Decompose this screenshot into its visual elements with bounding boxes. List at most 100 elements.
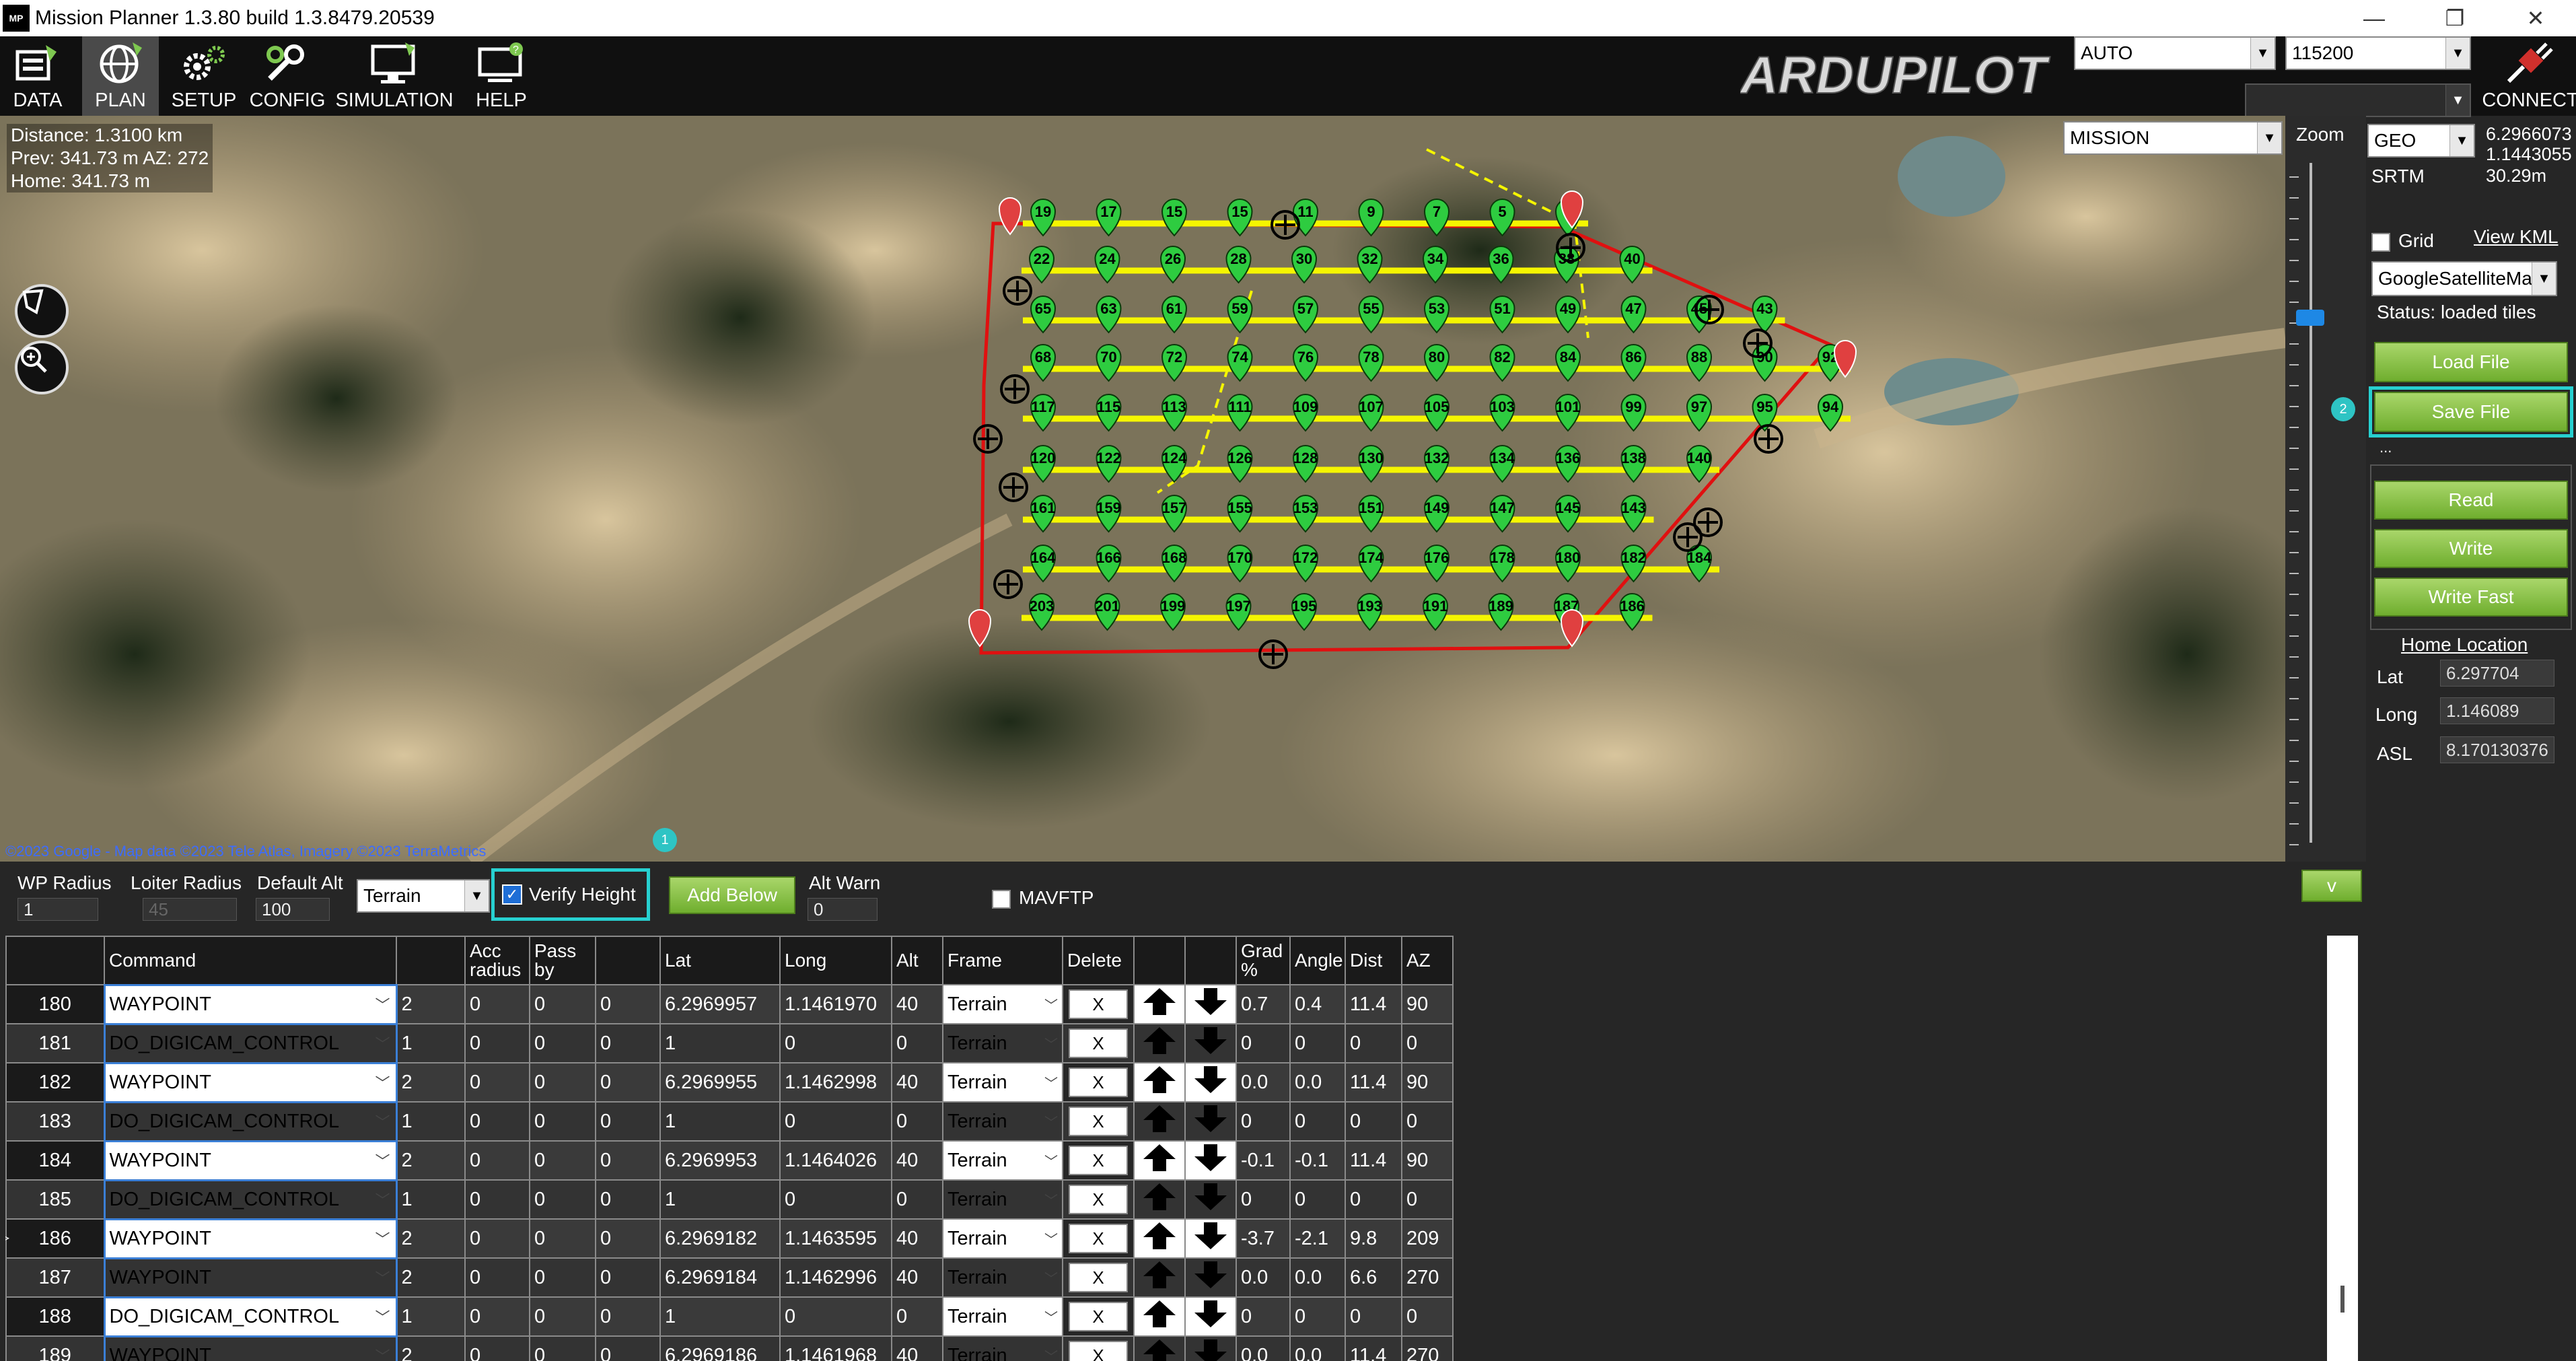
delete-button[interactable]: X <box>1069 1185 1128 1214</box>
param-cell-p3[interactable]: 0 <box>529 1218 596 1259</box>
param-cell-p3[interactable]: 0 <box>529 1023 596 1063</box>
param-cell-alt[interactable]: 0 <box>891 1023 943 1063</box>
param-cell-lat[interactable]: 6.2969957 <box>659 984 781 1024</box>
param-cell-lat[interactable]: 1 <box>659 1023 781 1063</box>
grid-checkbox[interactable] <box>2371 233 2390 252</box>
frame-select[interactable]: Terrain ﹀ <box>942 984 1063 1024</box>
param-cell-p1[interactable]: 2 <box>396 1257 466 1298</box>
table-row[interactable]: 183 DO_DIGICAM_CONTROL ﹀ 1 0 0 0 1 0 0 Terrain ﹀ X 0 0… <box>5 1101 1454 1142</box>
row-header[interactable]: ▷ 186 <box>5 1218 105 1259</box>
param-cell-alt[interactable]: 40 <box>891 984 943 1024</box>
wp-radius-field[interactable]: 1 <box>17 898 98 921</box>
data-button[interactable]: DATA <box>0 36 75 116</box>
param-cell-lng[interactable]: 1.1461970 <box>779 984 892 1024</box>
move-down-button[interactable] <box>1184 1296 1237 1337</box>
frame-select[interactable]: Terrain ﹀ <box>942 1140 1063 1181</box>
mavftp-checkbox[interactable] <box>992 890 1011 909</box>
move-down-button[interactable] <box>1184 1179 1237 1220</box>
param-cell-p4[interactable]: 0 <box>595 1218 661 1259</box>
row-header[interactable]: 189 <box>5 1335 105 1361</box>
param-cell-p2[interactable]: 0 <box>464 1179 530 1220</box>
read-button[interactable]: Read <box>2374 481 2568 520</box>
param-cell-alt[interactable]: 40 <box>891 1335 943 1361</box>
delete-button[interactable]: X <box>1069 1068 1128 1097</box>
move-up-button[interactable] <box>1133 1218 1186 1259</box>
command-select[interactable]: DO_DIGICAM_CONTROL ﹀ <box>103 1101 398 1142</box>
param-cell-p4[interactable]: 0 <box>595 1023 661 1063</box>
view-kml-link[interactable]: View KML <box>2474 226 2559 248</box>
param-cell-p2[interactable]: 0 <box>464 1062 530 1103</box>
delete-button[interactable]: X <box>1069 1146 1128 1175</box>
param-cell-p1[interactable]: 2 <box>396 984 466 1024</box>
satellite-map-canvas[interactable]: 1917151511975322242628303234363840656361… <box>0 116 2285 862</box>
move-up-button[interactable] <box>1133 1257 1186 1298</box>
table-row[interactable]: 185 DO_DIGICAM_CONTROL ﹀ 1 0 0 0 1 0 0 Terrain ﹀ X 0 0… <box>5 1179 1454 1220</box>
table-row[interactable]: 188 DO_DIGICAM_CONTROL ﹀ 1 0 0 0 1 0 0 Terrain ﹀ X 0 0… <box>5 1296 1454 1337</box>
delete-button[interactable]: X <box>1069 1341 1128 1361</box>
move-down-button[interactable] <box>1184 1335 1237 1361</box>
param-cell-p2[interactable]: 0 <box>464 984 530 1024</box>
frame-select[interactable]: Terrain ﹀ <box>942 1335 1063 1361</box>
param-cell-p4[interactable]: 0 <box>595 1335 661 1361</box>
connect-button[interactable]: CONNECT <box>2482 36 2576 116</box>
move-down-button[interactable] <box>1184 1218 1237 1259</box>
zoom-slider-handle[interactable] <box>2296 310 2324 326</box>
param-cell-p3[interactable]: 0 <box>529 1335 596 1361</box>
param-cell-p2[interactable]: 0 <box>464 1257 530 1298</box>
param-cell-p3[interactable]: 0 <box>529 984 596 1024</box>
param-cell-p2[interactable]: 0 <box>464 1296 530 1337</box>
param-cell-lng[interactable]: 0 <box>779 1023 892 1063</box>
param-cell-p3[interactable]: 0 <box>529 1179 596 1220</box>
move-down-button[interactable] <box>1184 1023 1237 1063</box>
frame-select[interactable]: Terrain ﹀ <box>942 1062 1063 1103</box>
param-cell-p4[interactable]: 0 <box>595 1296 661 1337</box>
move-down-button[interactable] <box>1184 1257 1237 1298</box>
param-cell-p1[interactable]: 2 <box>396 1062 466 1103</box>
param-cell-lng[interactable]: 0 <box>779 1179 892 1220</box>
param-cell-p1[interactable]: 1 <box>396 1179 466 1220</box>
param-cell-alt[interactable]: 40 <box>891 1140 943 1181</box>
param-cell-p4[interactable]: 0 <box>595 1101 661 1142</box>
param-cell-alt[interactable]: 40 <box>891 1218 943 1259</box>
param-cell-p3[interactable]: 0 <box>529 1101 596 1142</box>
param-cell-alt[interactable]: 40 <box>891 1257 943 1298</box>
param-cell-alt[interactable]: 0 <box>891 1179 943 1220</box>
param-cell-p2[interactable]: 0 <box>464 1218 530 1259</box>
param-cell-p2[interactable]: 0 <box>464 1335 530 1361</box>
move-up-button[interactable] <box>1133 1023 1186 1063</box>
delete-button[interactable]: X <box>1069 1028 1128 1058</box>
row-header[interactable]: 188 <box>5 1296 105 1337</box>
param-cell-lng[interactable]: 1.1462998 <box>779 1062 892 1103</box>
home-location-link[interactable]: Home Location <box>2401 634 2528 656</box>
table-row[interactable]: 189 WAYPOINT ﹀ 2 0 0 0 6.2969186 1.1461968 40 Terr… <box>5 1335 1454 1361</box>
verify-height-checkbox[interactable]: ✓ Verify Height <box>491 868 650 921</box>
row-header[interactable]: 180 <box>5 984 105 1024</box>
delete-button[interactable]: X <box>1069 1107 1128 1136</box>
param-cell-alt[interactable]: 0 <box>891 1296 943 1337</box>
command-select[interactable]: WAYPOINT ﹀ <box>103 1061 398 1103</box>
delete-button[interactable]: X <box>1069 1224 1128 1253</box>
move-down-button[interactable] <box>1184 1101 1237 1142</box>
default-alt-field[interactable]: 100 <box>256 898 330 921</box>
param-cell-lat[interactable]: 1 <box>659 1296 781 1337</box>
param-cell-p4[interactable]: 0 <box>595 1179 661 1220</box>
row-header[interactable]: 182 <box>5 1062 105 1103</box>
param-cell-p2[interactable]: 0 <box>464 1140 530 1181</box>
param-cell-p2[interactable]: 0 <box>464 1101 530 1142</box>
row-header[interactable]: 184 <box>5 1140 105 1181</box>
param-cell-alt[interactable]: 40 <box>891 1062 943 1103</box>
param-cell-p3[interactable]: 0 <box>529 1140 596 1181</box>
delete-button[interactable]: X <box>1069 989 1128 1019</box>
param-cell-lat[interactable]: 6.2969184 <box>659 1257 781 1298</box>
command-select[interactable]: DO_DIGICAM_CONTROL ﹀ <box>103 1179 398 1220</box>
help-button[interactable]: ? HELP <box>463 36 540 116</box>
frame-select[interactable]: Terrain ﹀ <box>942 1023 1063 1063</box>
move-down-button[interactable] <box>1184 1140 1237 1181</box>
param-cell-p2[interactable]: 0 <box>464 1023 530 1063</box>
move-up-button[interactable] <box>1133 984 1186 1024</box>
polygon-tool-button[interactable] <box>15 284 69 338</box>
frame-select[interactable]: Terrain ﹀ <box>942 1179 1063 1220</box>
map-view[interactable]: 1917151511975322242628303234363840656361… <box>0 116 2285 862</box>
param-cell-lat[interactable]: 6.2969186 <box>659 1335 781 1361</box>
command-select[interactable]: WAYPOINT ﹀ <box>103 1218 398 1259</box>
